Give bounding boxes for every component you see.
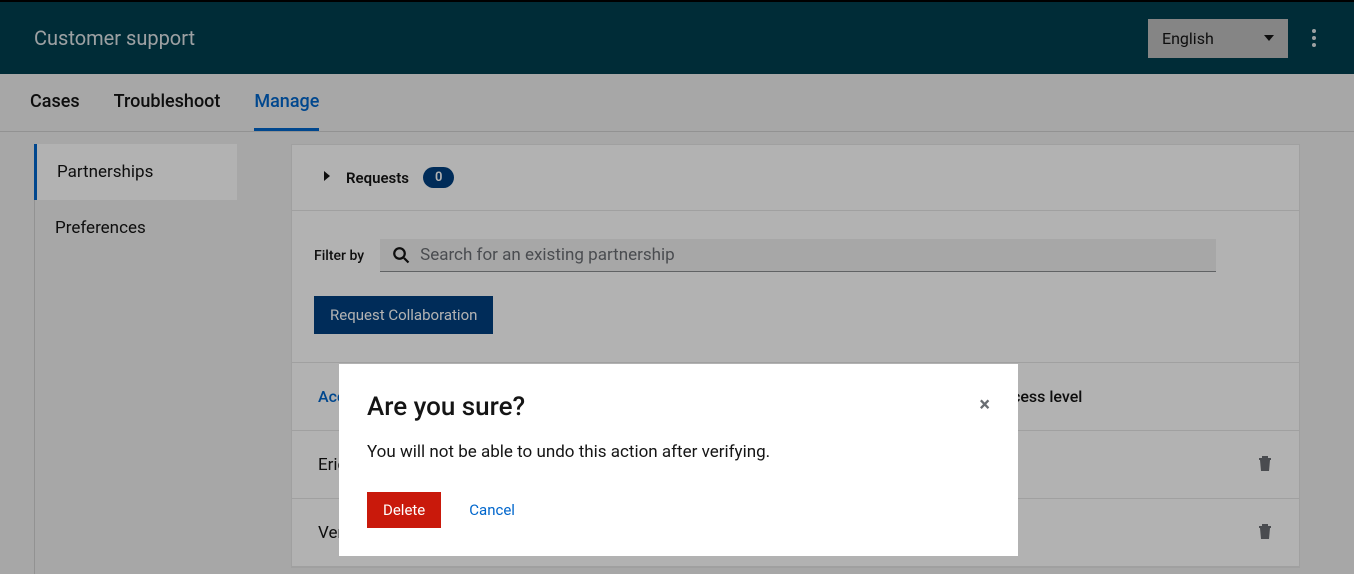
modal-title: Are you sure? — [367, 392, 525, 422]
delete-button[interactable]: Delete — [367, 492, 441, 528]
close-icon[interactable]: × — [979, 392, 990, 416]
modal-header: Are you sure? × — [367, 392, 990, 422]
modal-footer: Delete Cancel — [367, 492, 990, 528]
modal-body: You will not be able to undo this action… — [367, 442, 990, 462]
cancel-button[interactable]: Cancel — [469, 501, 515, 519]
confirm-modal: Are you sure? × You will not be able to … — [339, 364, 1018, 556]
